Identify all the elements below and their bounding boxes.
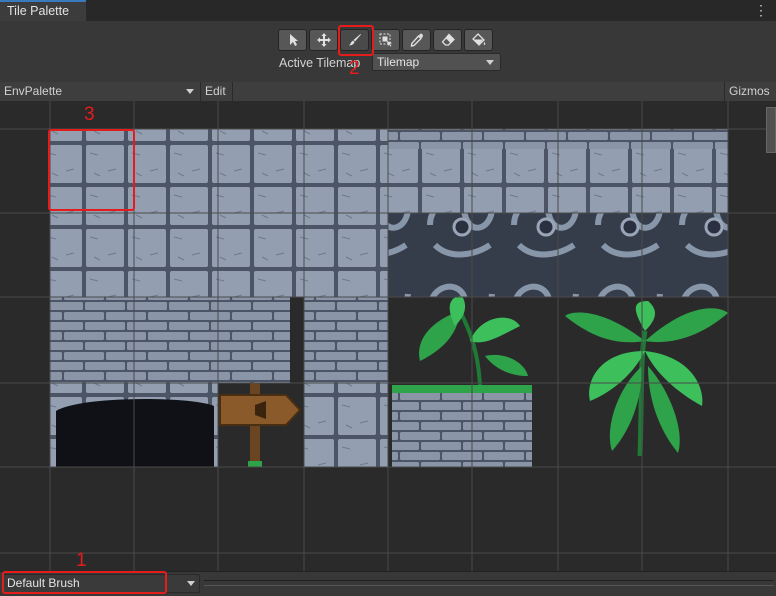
- palette-dropdown[interactable]: EnvPalette: [0, 82, 201, 101]
- window-titlebar: Tile Palette ⋮: [0, 0, 776, 21]
- gizmos-button[interactable]: Gizmos: [724, 82, 776, 101]
- tile-brick-wall[interactable]: [50, 297, 290, 383]
- tile-grass-ledge[interactable]: [392, 391, 532, 467]
- palette-bar: EnvPalette Edit Gizmos: [0, 82, 776, 102]
- move-arrows-icon: [316, 33, 331, 47]
- tile-stone-blocks[interactable]: [134, 129, 388, 213]
- tile-brick-pillar[interactable]: [304, 297, 388, 383]
- active-tilemap-value: Tilemap: [377, 55, 420, 69]
- box-fill-tool-button[interactable]: [371, 29, 400, 51]
- chevron-down-icon: [486, 60, 494, 65]
- annotation-marker-2: 2: [349, 58, 360, 79]
- select-tool-button[interactable]: [278, 29, 307, 51]
- zoom-scroll-handle[interactable]: [766, 107, 776, 153]
- annotation-marker-1: 1: [76, 550, 87, 571]
- erase-tool-button[interactable]: [433, 29, 462, 51]
- highlight-box-paint-tool: [338, 25, 374, 56]
- highlight-box-tile: [48, 129, 135, 211]
- active-tilemap-dropdown[interactable]: Tilemap: [372, 53, 501, 71]
- annotation-marker-3: 3: [84, 104, 95, 125]
- eraser-icon: [441, 33, 455, 46]
- kebab-menu-icon[interactable]: ⋮: [754, 2, 768, 19]
- picker-tool-button[interactable]: [402, 29, 431, 51]
- arrow-cursor-icon: [289, 34, 298, 46]
- tab-tile-palette[interactable]: Tile Palette: [0, 0, 86, 21]
- paint-bucket-icon: [471, 33, 485, 46]
- brush-settings-splitter[interactable]: [204, 580, 774, 586]
- toolbar: Active Tilemap Tilemap: [0, 21, 776, 82]
- chevron-down-icon: [186, 89, 194, 94]
- chevron-down-icon: [187, 581, 195, 586]
- edit-button[interactable]: Edit: [201, 82, 233, 101]
- highlight-box-brush: [2, 571, 167, 594]
- eyedropper-icon: [410, 33, 423, 47]
- move-tool-button[interactable]: [309, 29, 338, 51]
- tile-mossy-stone[interactable]: [304, 383, 388, 467]
- box-select-icon: [379, 33, 392, 47]
- fill-tool-button[interactable]: [464, 29, 493, 51]
- tile-stone-frame[interactable]: [50, 213, 388, 297]
- tool-button-row: [278, 29, 495, 51]
- palette-name: EnvPalette: [4, 84, 63, 98]
